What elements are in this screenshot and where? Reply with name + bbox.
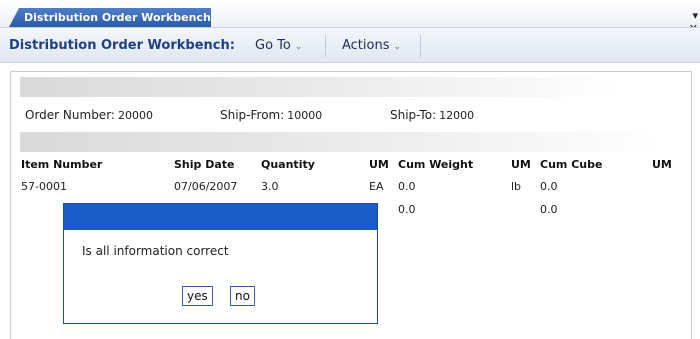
cell-quantity[interactable]: 3.0	[261, 180, 279, 193]
toolbar: Distribution Order Workbench: Go To ⌄ Act…	[0, 27, 700, 63]
tab-bar: Distribution Order Workbench ▾ ✕	[0, 0, 700, 35]
cell-item-number[interactable]: 57-0001	[21, 180, 67, 193]
ship-from-value: 10000	[287, 109, 323, 122]
no-button[interactable]: no	[230, 286, 255, 306]
go-to-menu[interactable]: Go To ⌄	[255, 38, 302, 53]
chevron-down-icon: ⌄	[294, 42, 303, 52]
order-number-value: 20000	[117, 109, 153, 122]
cell-ship-date[interactable]: 07/06/2007	[174, 180, 237, 193]
total-cum-weight: 0.0	[398, 203, 416, 216]
total-cum-cube: 0.0	[540, 203, 558, 216]
confirm-dialog: Is all information correct yes no	[63, 203, 378, 324]
actions-menu[interactable]: Actions ⌄	[342, 38, 401, 53]
column-header-um[interactable]: UM	[652, 158, 672, 171]
yes-button[interactable]: yes	[182, 286, 213, 306]
chevron-down-icon: ⌄	[393, 42, 402, 52]
page-title: Distribution Order Workbench:	[9, 38, 235, 53]
order-number-label: Order Number:	[25, 108, 115, 122]
cell-cum-weight[interactable]: 0.0	[398, 180, 416, 193]
tab-distribution-order-workbench[interactable]: Distribution Order Workbench	[9, 8, 211, 27]
column-header-cum-weight[interactable]: Cum Weight	[398, 158, 473, 171]
go-to-menu-label: Go To	[255, 38, 291, 53]
cell-cum-cube[interactable]: 0.0	[540, 180, 558, 193]
cell-um[interactable]: EA	[369, 180, 383, 193]
toolbar-separator	[325, 35, 326, 57]
dialog-title-bar[interactable]	[64, 204, 377, 230]
ship-to-field: Ship-To: 12000	[390, 108, 474, 122]
toolbar-separator	[420, 35, 421, 57]
column-header-um[interactable]: UM	[511, 158, 531, 171]
ship-to-value: 12000	[439, 109, 475, 122]
ship-from-field: Ship-From: 10000	[220, 108, 322, 122]
column-header-um[interactable]: UM	[369, 158, 389, 171]
ship-from-label: Ship-From:	[220, 108, 285, 122]
section-band	[20, 132, 660, 152]
column-header-cum-cube[interactable]: Cum Cube	[540, 158, 602, 171]
actions-menu-label: Actions	[342, 38, 390, 53]
column-header-item-number[interactable]: Item Number	[21, 158, 102, 171]
tab-menu-close-icons[interactable]: ▾ ✕	[676, 9, 700, 35]
column-header-quantity[interactable]: Quantity	[261, 158, 315, 171]
order-number-field: Order Number: 20000	[25, 108, 153, 122]
column-header-ship-date[interactable]: Ship Date	[174, 158, 235, 171]
cell-weight-um[interactable]: lb	[511, 180, 521, 193]
header-band	[20, 77, 620, 97]
dialog-message: Is all information correct	[82, 244, 229, 258]
ship-to-label: Ship-To:	[390, 108, 437, 122]
